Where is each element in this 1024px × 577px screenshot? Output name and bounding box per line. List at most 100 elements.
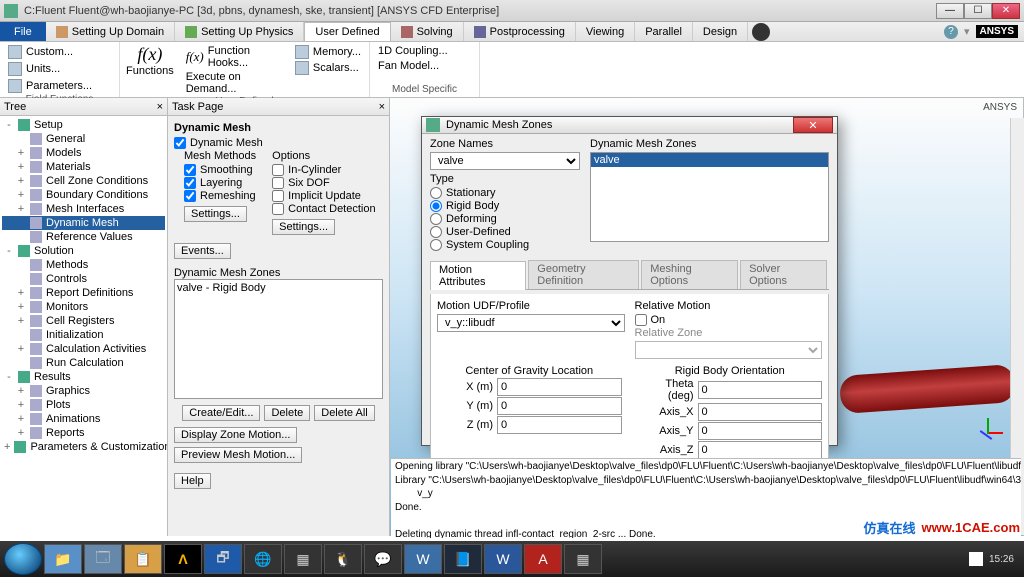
- scalars[interactable]: Scalars...: [293, 60, 363, 76]
- tree-node[interactable]: +Monitors: [2, 300, 165, 314]
- type-stationary-radio[interactable]: [430, 187, 442, 199]
- layering-checkbox[interactable]: [184, 177, 196, 189]
- type-system-coupling-radio[interactable]: [430, 239, 442, 251]
- tree-node[interactable]: +Cell Zone Conditions: [2, 174, 165, 188]
- type-rigid-body-radio[interactable]: [430, 200, 442, 212]
- tree-node[interactable]: +Report Definitions: [2, 286, 165, 300]
- axis-x-input[interactable]: [698, 403, 823, 421]
- taskbar-app-icon[interactable]: W: [404, 544, 442, 574]
- tab-user-defined[interactable]: User Defined: [304, 22, 390, 41]
- expander-icon[interactable]: -: [4, 245, 14, 257]
- expander-icon[interactable]: +: [4, 441, 10, 453]
- expander-icon[interactable]: +: [16, 189, 26, 201]
- tree-node[interactable]: +Reports: [2, 426, 165, 440]
- minimize-button[interactable]: —: [936, 3, 964, 19]
- tree-node[interactable]: +Calculation Activities: [2, 342, 165, 356]
- tab-viewing[interactable]: Viewing: [576, 22, 635, 41]
- parameters[interactable]: Parameters...: [6, 78, 113, 94]
- dynamic-mesh-zones-list[interactable]: valve: [590, 152, 829, 242]
- 1d-coupling[interactable]: 1D Coupling...: [376, 44, 473, 58]
- tree-node[interactable]: -Results: [2, 370, 165, 384]
- expander-icon[interactable]: +: [16, 287, 26, 299]
- taskbar-ansys-icon[interactable]: Λ: [164, 544, 202, 574]
- tab-solver-options[interactable]: Solver Options: [740, 260, 827, 289]
- execute-on-demand[interactable]: Execute on Demand...: [184, 70, 283, 96]
- taskbar-app-icon[interactable]: 🗔: [84, 544, 122, 574]
- taskbar-app-icon[interactable]: 📘: [444, 544, 482, 574]
- expander-icon[interactable]: +: [16, 315, 26, 327]
- taskbar-qq-icon[interactable]: 🐧: [324, 544, 362, 574]
- memory[interactable]: Memory...: [293, 44, 363, 60]
- expander-icon[interactable]: +: [16, 175, 26, 187]
- tree-node[interactable]: Controls: [2, 272, 165, 286]
- functions-menu[interactable]: Functions: [126, 65, 174, 77]
- methods-settings-button[interactable]: Settings...: [184, 206, 247, 222]
- expander-icon[interactable]: +: [16, 427, 26, 439]
- fan-model[interactable]: Fan Model...: [376, 59, 473, 73]
- tree-node[interactable]: +Models: [2, 146, 165, 160]
- expander-icon[interactable]: +: [16, 301, 26, 313]
- remeshing-checkbox[interactable]: [184, 190, 196, 202]
- dynamic-mesh-checkbox[interactable]: [174, 137, 186, 149]
- tree-node[interactable]: Methods: [2, 258, 165, 272]
- tab-physics[interactable]: Setting Up Physics: [175, 22, 304, 41]
- tree-node[interactable]: Run Calculation: [2, 356, 165, 370]
- taskbar-app-icon[interactable]: ▦: [564, 544, 602, 574]
- tree-node[interactable]: +Plots: [2, 398, 165, 412]
- taskbar-app-icon[interactable]: 🗗: [204, 544, 242, 574]
- expander-icon[interactable]: +: [16, 161, 26, 173]
- expander-icon[interactable]: -: [4, 371, 14, 383]
- tree-node[interactable]: +Parameters & Customization: [2, 440, 165, 454]
- expander-icon[interactable]: +: [16, 399, 26, 411]
- in-cylinder-checkbox[interactable]: [272, 164, 284, 176]
- tree-close-icon[interactable]: ×: [157, 101, 163, 113]
- tree-node[interactable]: +Animations: [2, 412, 165, 426]
- delete-all-button[interactable]: Delete All: [314, 405, 374, 421]
- close-button[interactable]: ✕: [992, 3, 1020, 19]
- expander-icon[interactable]: +: [16, 147, 26, 159]
- maximize-button[interactable]: ☐: [964, 3, 992, 19]
- tab-solving[interactable]: Solving: [391, 22, 464, 41]
- tree-node[interactable]: +Boundary Conditions: [2, 188, 165, 202]
- taskbar-chrome-icon[interactable]: 🌐: [244, 544, 282, 574]
- tree-node[interactable]: -Solution: [2, 244, 165, 258]
- tab-geometry-definition[interactable]: Geometry Definition: [528, 260, 639, 289]
- theta-input[interactable]: [698, 381, 823, 399]
- start-button[interactable]: [4, 543, 42, 575]
- expander-icon[interactable]: +: [16, 385, 26, 397]
- expander-icon[interactable]: +: [16, 343, 26, 355]
- preview-mesh-motion-button[interactable]: Preview Mesh Motion...: [174, 447, 302, 463]
- tree-node[interactable]: Reference Values: [2, 230, 165, 244]
- help-icon[interactable]: ?: [944, 25, 958, 39]
- expander-icon[interactable]: -: [4, 119, 14, 131]
- delete-button[interactable]: Delete: [264, 405, 310, 421]
- tree-node[interactable]: +Cell Registers: [2, 314, 165, 328]
- expander-icon[interactable]: +: [16, 203, 26, 215]
- tree-node[interactable]: -Setup: [2, 118, 165, 132]
- axis-y-input[interactable]: [698, 422, 823, 440]
- tray-flag-icon[interactable]: [969, 552, 983, 566]
- tab-postprocessing[interactable]: Postprocessing: [464, 22, 576, 41]
- tree-node[interactable]: Dynamic Mesh: [2, 216, 165, 230]
- create-edit-button[interactable]: Create/Edit...: [182, 405, 260, 421]
- tab-domain[interactable]: Setting Up Domain: [46, 22, 175, 41]
- system-tray[interactable]: 15:26: [969, 552, 1020, 566]
- type-user-defined-radio[interactable]: [430, 226, 442, 238]
- tree-node[interactable]: +Graphics: [2, 384, 165, 398]
- help-button[interactable]: Help: [174, 473, 211, 489]
- taskbar-wechat-icon[interactable]: 💬: [364, 544, 402, 574]
- dialog-close-button[interactable]: ✕: [793, 117, 833, 133]
- task-close-icon[interactable]: ×: [379, 101, 385, 113]
- events-button[interactable]: Events...: [174, 243, 231, 259]
- smoothing-checkbox[interactable]: [184, 164, 196, 176]
- taskbar-app-icon[interactable]: 📋: [124, 544, 162, 574]
- tree[interactable]: -SetupGeneral+Models+Materials+Cell Zone…: [0, 116, 167, 536]
- tab-meshing-options[interactable]: Meshing Options: [641, 260, 738, 289]
- axis-z-input[interactable]: [698, 441, 823, 459]
- options-settings-button[interactable]: Settings...: [272, 219, 335, 235]
- function-hooks[interactable]: f(x)Function Hooks...: [184, 44, 283, 70]
- six-dof-checkbox[interactable]: [272, 177, 284, 189]
- motion-udf-select[interactable]: v_y::libudf: [437, 314, 625, 332]
- expander-icon[interactable]: +: [16, 413, 26, 425]
- zones-listbox[interactable]: valve - Rigid Body: [174, 279, 383, 399]
